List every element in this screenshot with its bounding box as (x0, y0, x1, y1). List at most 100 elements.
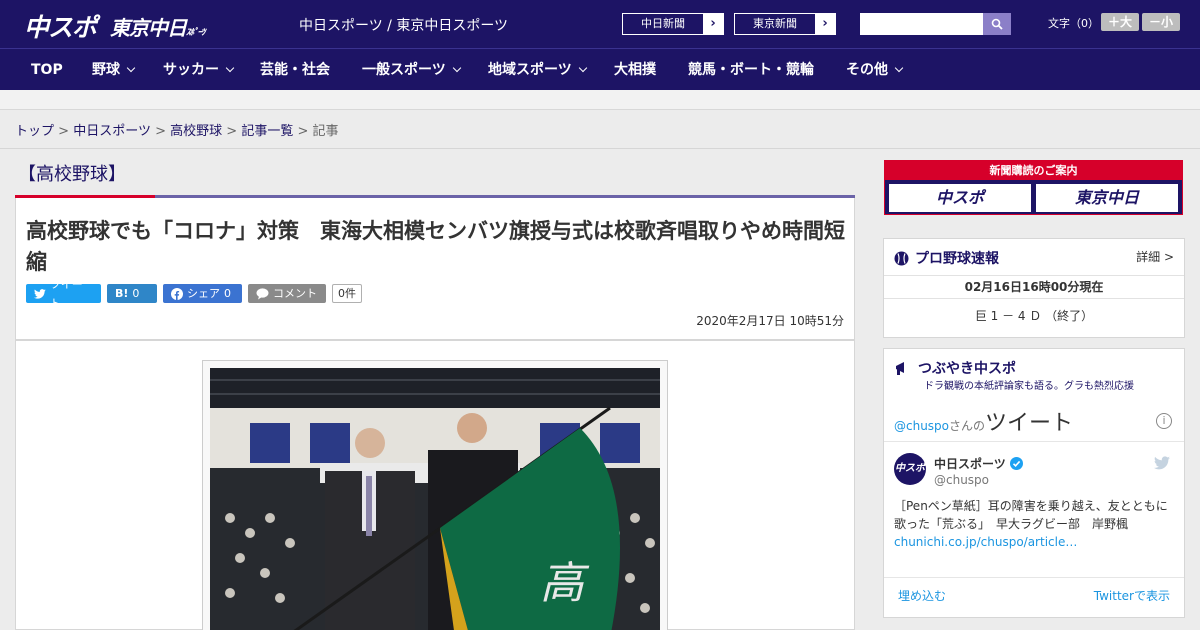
account-name-text: 中日スポーツ (934, 457, 1006, 471)
breadcrumb-current: 記事 (312, 124, 339, 139)
top-header: 中スポ 東京中日ｽﾎﾟｰﾂ 中日スポーツ / 東京中日スポーツ 中日新聞 › 東… (0, 0, 1200, 48)
tweet-link[interactable]: chunichi.co.jp/chuspo/article… (894, 535, 1077, 549)
nav-item-regional-sports[interactable]: 地域スポーツ (488, 49, 587, 91)
nav-label: 地域スポーツ (488, 62, 572, 78)
twitter-bird-icon[interactable] (1154, 455, 1170, 474)
article-photo[interactable]: 高 (210, 368, 660, 630)
facebook-share-button[interactable]: シェア 0 (163, 284, 242, 303)
score-detail-link[interactable]: 詳細 > (1136, 248, 1174, 265)
font-size-label: 文字（0） (1048, 17, 1099, 30)
baseball-icon (894, 251, 909, 265)
ext-link-label: 中日新聞 (641, 17, 685, 30)
chevron-down-icon (894, 63, 904, 73)
nav-item-sumo[interactable]: 大相撲 (614, 49, 656, 91)
widget-title: プロ野球速報 (894, 248, 999, 268)
hatena-bookmark-button[interactable]: B! 0 (107, 284, 157, 303)
breadcrumb-separator: > (155, 124, 166, 139)
tokyo-logo-sub: ｽﾎﾟｰﾂ (186, 28, 205, 38)
facebook-icon (171, 287, 183, 300)
hatena-icon: B! (115, 287, 129, 300)
nav-label: 競馬・ボート・競輪 (688, 62, 814, 78)
article-body: 高 (15, 340, 855, 630)
embed-link[interactable]: 埋め込む (898, 587, 946, 604)
widget-title: つぶやき中スポ (894, 358, 1016, 378)
account-handle[interactable]: @chuspo (934, 473, 989, 487)
facebook-label: シェア (187, 287, 220, 300)
nav-label: サッカー (163, 62, 219, 78)
search-input[interactable] (860, 13, 983, 35)
twitter-icon (34, 288, 46, 299)
widget-title-text: プロ野球速報 (915, 251, 999, 267)
comment-label: コメント (273, 287, 317, 300)
tokyo-shimbun-link[interactable]: 東京新聞 › (734, 13, 836, 35)
search-icon (991, 18, 1003, 30)
twitter-widget: つぶやき中スポ ドラ観戦の本紙評論家も語る。グラも熱烈応援 @chuspoさんの… (883, 348, 1185, 618)
chevron-down-icon (225, 63, 235, 73)
nav-label: 一般スポーツ (362, 62, 446, 78)
sub-bar (0, 90, 1200, 110)
breadcrumb: トップ > 中日スポーツ > 高校野球 > 記事一覧 > 記事 (15, 120, 339, 139)
nav-item-baseball[interactable]: 野球 (92, 49, 136, 91)
baseball-score-widget: プロ野球速報 詳細 > 02月16日16時00分現在 巨 1 － 4 Ｄ （終了… (883, 238, 1185, 338)
search-button[interactable] (983, 13, 1011, 35)
comment-count: 0件 (332, 284, 362, 303)
article-category[interactable]: 【高校野球】 (18, 160, 126, 186)
chevron-down-icon (452, 63, 461, 73)
nav-label: その他 (846, 62, 888, 78)
account-name[interactable]: 中日スポーツ (934, 455, 1023, 472)
timeline-title: ツイート (985, 411, 1074, 436)
comment-button[interactable]: コメント (248, 284, 326, 303)
tokyo-chunichi-logo[interactable]: 東京中日ｽﾎﾟｰﾂ (110, 12, 205, 41)
breadcrumb-link[interactable]: トップ (15, 124, 54, 139)
breadcrumb-separator: > (58, 124, 70, 139)
font-decrease-button[interactable]: －小 (1142, 13, 1180, 31)
svg-text:高: 高 (540, 558, 590, 609)
avatar[interactable]: 中スポ (894, 453, 926, 485)
photo-frame: 高 (202, 360, 668, 630)
chevron-right-icon: › (703, 14, 723, 34)
site-links[interactable]: 中日スポーツ / 東京中日スポーツ (299, 15, 508, 35)
flag-ceremony-image: 高 (210, 368, 660, 630)
breadcrumb-separator: > (226, 124, 238, 139)
timeline-handle[interactable]: @chuspo (894, 419, 949, 433)
score-timestamp: 02月16日16時00分現在 (884, 275, 1184, 299)
font-increase-button[interactable]: ＋大 (1101, 13, 1139, 31)
publish-date: 2020年2月17日 10時51分 (696, 314, 844, 328)
game-score[interactable]: 巨 1 － 4 Ｄ （終了） (884, 307, 1184, 324)
chevron-down-icon (578, 63, 587, 73)
main-nav: TOP 野球 サッカー 芸能・社会 一般スポーツ 地域スポーツ 大相撲 競馬・ボ… (0, 48, 1200, 90)
facebook-count: 0 (224, 287, 231, 300)
subscription-ad[interactable]: 新聞購読のご案内 中スポ 東京中日 (884, 160, 1183, 215)
verified-badge-icon (1009, 457, 1023, 470)
chevron-down-icon (126, 63, 136, 73)
chunichi-shimbun-link[interactable]: 中日新聞 › (622, 13, 724, 35)
share-buttons: ツイート B! 0 シェア 0 コメント 0件 (26, 278, 362, 310)
nav-item-general-sports[interactable]: 一般スポーツ (362, 49, 461, 91)
nav-item-others[interactable]: その他 (846, 49, 904, 91)
tokyo-logo-text: 東京中日 (110, 16, 187, 40)
tweet-text: ［Penペン草紙］耳の障害を乗り越え、友とともに歌った「荒ぶる」 早大ラグビー部… (894, 497, 1174, 551)
nav-item-racing[interactable]: 競馬・ボート・競輪 (688, 49, 814, 91)
divider (884, 577, 1184, 578)
nav-label: 芸能・社会 (260, 62, 330, 78)
view-on-twitter-link[interactable]: Twitterで表示 (1094, 587, 1170, 604)
ad-title: 新聞購読のご案内 (885, 161, 1182, 180)
nav-label: TOP (31, 62, 63, 78)
nav-label: 大相撲 (614, 62, 656, 78)
chevron-right-icon: › (815, 14, 835, 34)
nav-item-top[interactable]: TOP (31, 49, 63, 91)
nav-item-entertainment[interactable]: 芸能・社会 (260, 49, 330, 91)
chuspo-logo[interactable]: 中スポ (24, 8, 97, 44)
info-icon[interactable]: i (1156, 413, 1172, 429)
timeline-suffix: さんの (949, 419, 986, 433)
hatena-count: 0 (132, 287, 140, 300)
breadcrumb-link[interactable]: 高校野球 (170, 124, 222, 139)
megaphone-icon (896, 362, 904, 375)
breadcrumb-link[interactable]: 記事一覧 (241, 124, 293, 139)
tweet-button[interactable]: ツイート (26, 278, 101, 310)
nav-item-soccer[interactable]: サッカー (163, 49, 235, 91)
timeline-header: @chuspoさんのツイート (894, 405, 1073, 437)
article-header: 高校野球でも「コロナ」対策 東海大相模センバツ旗授与式は校歌斉唱取りやめ時間短縮… (15, 198, 855, 340)
widget-title-text: つぶやき中スポ (918, 361, 1016, 377)
breadcrumb-link[interactable]: 中日スポーツ (73, 124, 151, 139)
